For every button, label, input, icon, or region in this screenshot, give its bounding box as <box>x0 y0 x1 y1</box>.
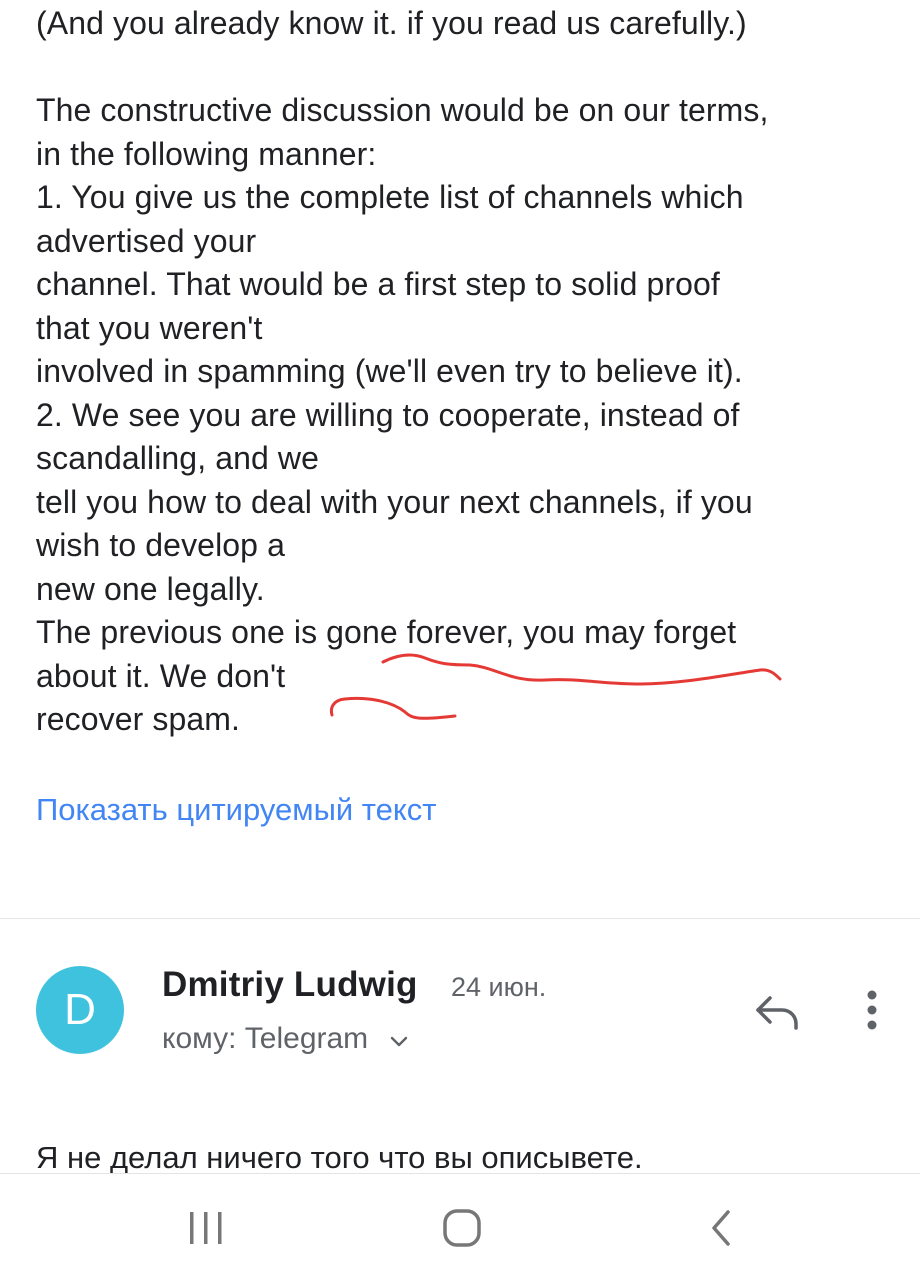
recent-apps-button[interactable] <box>176 1204 236 1254</box>
message-body: (And you already know it. if you read us… <box>36 2 896 742</box>
message-line: scandalling, and we <box>36 440 319 476</box>
sender-name: Dmitriy Ludwig <box>162 965 418 1004</box>
android-navigation-bar <box>0 1173 920 1280</box>
message-line: in the following manner: <box>36 135 377 172</box>
message-line: 1. You give us the complete list of chan… <box>36 179 744 215</box>
show-quoted-text-link[interactable]: Показать цитируемый текст <box>36 792 437 828</box>
message-line: 2. We see you are willing to cooperate, … <box>36 396 740 433</box>
message-date: 24 июн. <box>451 972 547 1002</box>
message-line: recover spam. <box>36 701 241 737</box>
reply-icon <box>752 996 802 1038</box>
message-line: channel. That would be a first step to s… <box>36 266 720 302</box>
message-line: The constructive discussion would be on … <box>36 92 769 128</box>
reply-message-body: Я не делал ничего того что вы описывете. <box>36 1140 643 1175</box>
message-line: wish to develop a <box>36 527 285 563</box>
sender-avatar[interactable]: D <box>36 966 124 1054</box>
home-button[interactable] <box>432 1204 492 1254</box>
message-line: new one legally. <box>36 570 265 607</box>
email-thread-screen: (And you already know it. if you read us… <box>0 0 920 1280</box>
message-line: involved in spamming (we'll even try to … <box>36 353 743 389</box>
more-vert-icon <box>850 990 894 1040</box>
message-line: about it. We don't <box>36 657 286 694</box>
more-options-button[interactable] <box>850 986 894 1036</box>
message-line: (And you already know it. if you read us… <box>36 5 747 41</box>
recipient-details-toggle[interactable]: кому: Telegram <box>162 1022 409 1057</box>
reply-button[interactable] <box>752 990 802 1034</box>
recipient-label: кому: Telegram <box>162 1022 369 1055</box>
message-line: advertised your <box>36 222 257 259</box>
chevron-down-icon <box>389 1023 409 1057</box>
home-icon <box>432 1209 492 1258</box>
back-icon <box>692 1210 752 1258</box>
message-line: The previous one is gone forever, you ma… <box>36 614 737 650</box>
message-line: that you weren't <box>36 309 263 346</box>
back-button[interactable] <box>692 1204 752 1254</box>
message-divider <box>0 918 920 919</box>
recent-apps-icon <box>176 1212 236 1258</box>
message-line: tell you how to deal with your next chan… <box>36 483 753 520</box>
